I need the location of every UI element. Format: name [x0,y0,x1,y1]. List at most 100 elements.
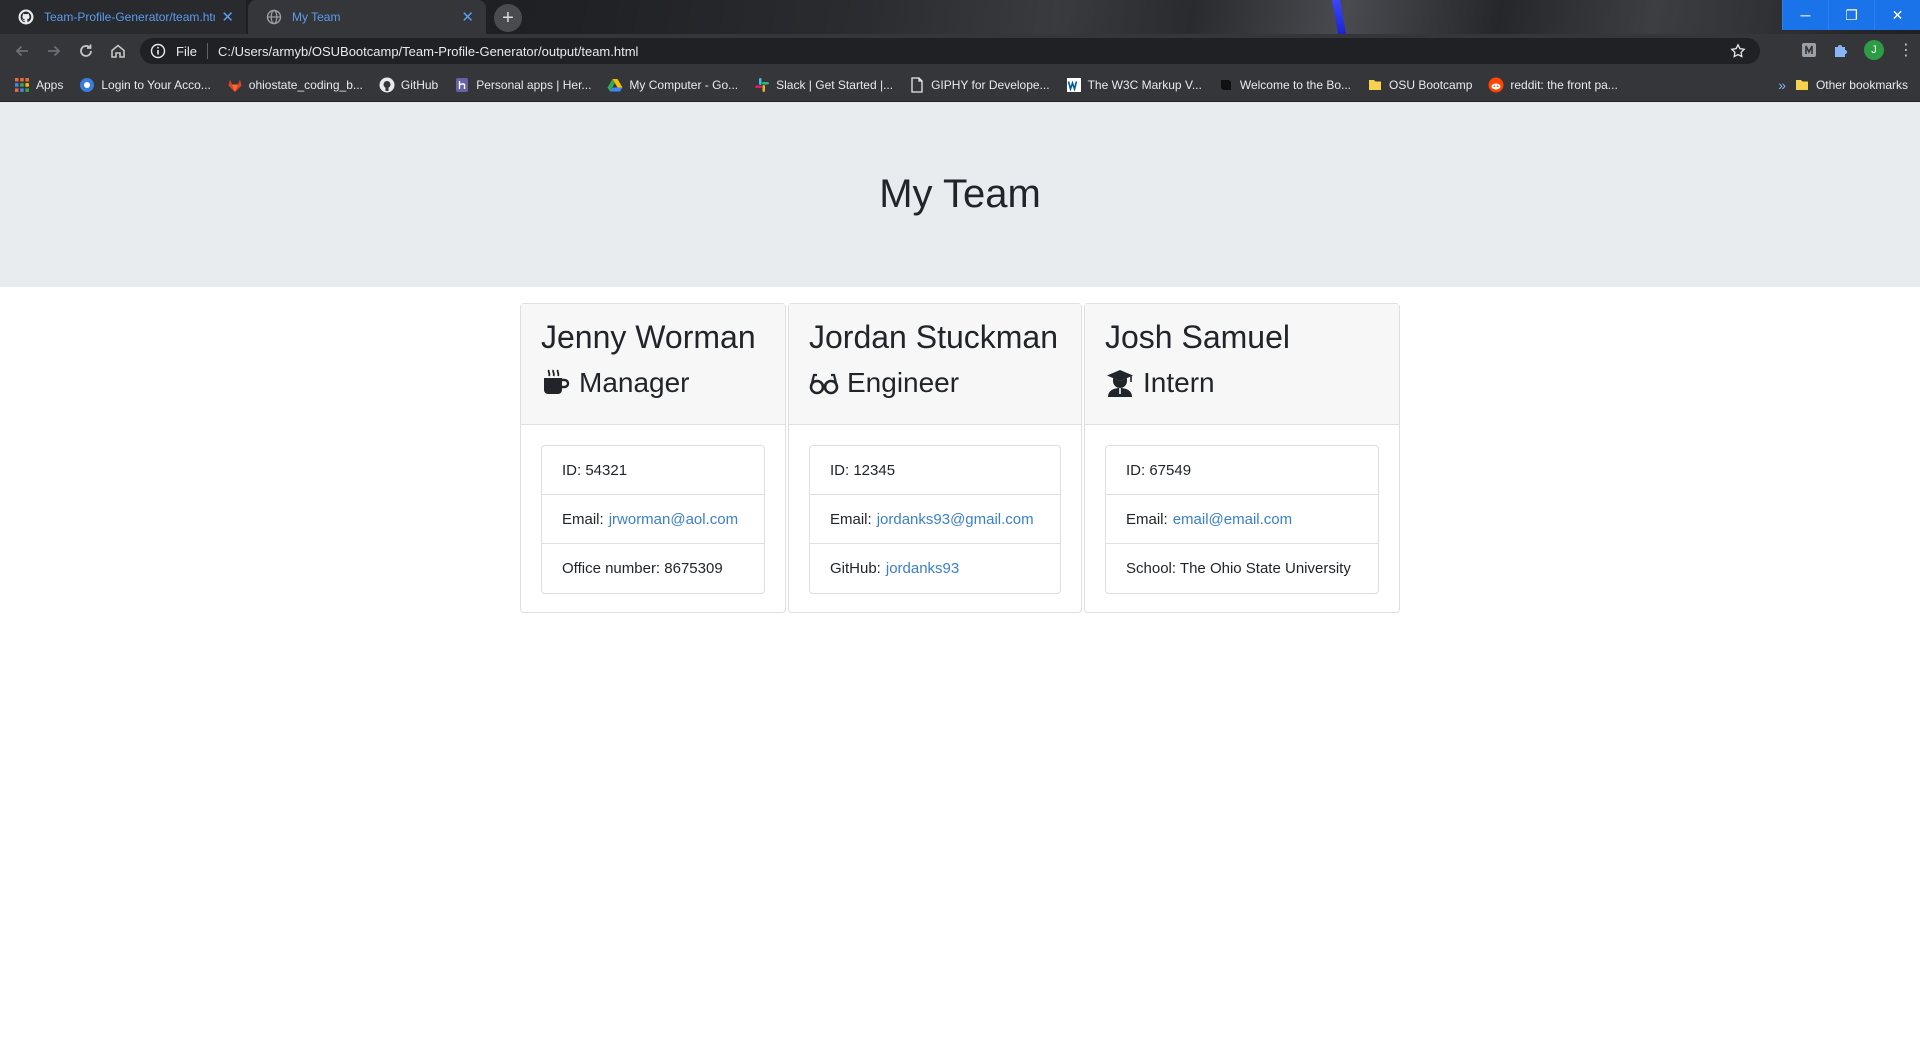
bookmark-giphy[interactable]: GIPHY for Develope... [901,71,1058,99]
close-tab-icon[interactable]: ✕ [221,8,234,26]
reload-icon [80,44,92,57]
bookmark-label: The W3C Markup V... [1087,77,1202,92]
google-drive-icon [607,78,623,91]
card-body: ID: 12345 Email: jordanks93@gmail.com Gi… [789,425,1081,614]
w3c-icon [1066,77,1081,92]
bookmark-label: My Computer - Go... [629,77,739,92]
bookmark-label: Apps [36,77,64,92]
back-button[interactable] [8,37,36,65]
role-label: Intern [1143,367,1215,398]
extension-a-icon[interactable] [1800,41,1818,59]
id-item: ID: 54321 [542,446,764,495]
close-tab-icon[interactable]: ✕ [461,8,474,26]
reddit-icon [1488,77,1504,92]
graduate-icon [1107,370,1133,397]
bookmark-gitlab[interactable]: ohiostate_coding_b... [219,71,371,99]
coffee-mug-icon [544,369,570,394]
globe-icon [80,77,95,92]
employee-card: Jenny Worman Manager ID: 54321 Email: jr… [520,303,786,613]
bookmark-osu-bootcamp[interactable]: OSU Bootcamp [1359,71,1480,99]
restore-button[interactable]: ❐ [1828,0,1874,30]
employee-name: Jordan Stuckman [809,319,1059,355]
bookmark-reddit[interactable]: reddit: the front pa... [1480,71,1625,99]
bookmark-label: Other bookmarks [1815,78,1908,92]
role-label: Engineer [847,367,960,398]
bookmark-label: Slack | Get Started |... [776,77,894,92]
bookmark-slack[interactable]: Slack | Get Started |... [746,71,901,99]
bookmark-label: reddit: the front pa... [1510,77,1618,92]
divider [206,43,208,59]
id-item: ID: 12345 [810,446,1060,495]
puzzle-icon[interactable] [1832,41,1850,59]
bookmark-heroku[interactable]: Personal apps | Her... [446,71,599,99]
details-list: ID: 12345 Email: jordanks93@gmail.com Gi… [809,445,1061,594]
tab-title: My Team [292,10,341,24]
github-icon [18,9,34,25]
email-item: Email: email@email.com [1106,495,1378,544]
email-link[interactable]: jrworman@aol.com [609,511,738,528]
giphy-icon [911,76,923,93]
bookmark-label: Login to Your Acco... [101,77,211,92]
bookmark-github[interactable]: GitHub [371,71,446,99]
tab-my-team[interactable]: My Team ✕ [248,0,486,34]
employee-role: Engineer [809,364,1061,402]
email-prefix: Email: [1126,510,1168,528]
tab-team-profile-generator[interactable]: Team-Profile-Generator/team.htm ✕ [0,0,246,34]
bookmark-label: Personal apps | Her... [476,77,592,92]
profile-avatar[interactable]: J [1864,40,1884,60]
jumbotron: My Team [0,102,1920,287]
browser-toolbar: File C:/Users/armyb/OSUBootcamp/Team-Pro… [0,34,1920,68]
bookmark-login[interactable]: Login to Your Acco... [71,71,218,99]
page-content: My Team Jenny Worman Manager ID: 54321 E… [0,102,1920,1040]
school-item: School: The Ohio State University [1126,560,1351,577]
card-header: Jordan Stuckman Engineer [789,304,1081,425]
heroku-icon [456,77,469,92]
forward-button[interactable] [40,37,68,65]
employee-role: Intern [1105,364,1379,402]
info-icon[interactable] [150,43,166,59]
github-link[interactable]: jordanks93 [886,560,959,577]
email-link[interactable]: email@email.com [1173,511,1292,528]
details-list: ID: 67549 Email: email@email.com School:… [1105,445,1379,594]
home-button[interactable] [104,37,132,65]
address-bar[interactable]: File C:/Users/armyb/OSUBootcamp/Team-Pro… [140,38,1760,64]
reload-button[interactable] [72,37,100,65]
other-bookmarks[interactable]: Other bookmarks [1786,71,1916,99]
home-icon [111,44,125,58]
gitlab-icon [228,79,242,92]
card-body: ID: 67549 Email: email@email.com School:… [1085,425,1399,614]
minimize-button[interactable]: ─ [1782,0,1828,30]
bookmark-google-drive[interactable]: My Computer - Go... [599,71,746,99]
github-prefix: GitHub: [830,560,881,577]
email-item: Email: jordanks93@gmail.com [810,495,1060,544]
role-label: Manager [579,367,690,398]
card-header: Josh Samuel Intern [1085,304,1399,425]
bookmark-bootcamp[interactable]: Welcome to the Bo... [1210,71,1359,99]
github-item: GitHub: jordanks93 [810,544,1060,593]
close-window-button[interactable]: ✕ [1874,0,1920,30]
new-tab-button[interactable]: + [494,4,522,32]
url-text[interactable]: C:/Users/armyb/OSUBootcamp/Team-Profile-… [218,44,638,59]
window-controls: ─ ❐ ✕ [1782,0,1920,30]
background-decoration [1332,0,1346,34]
bookmarks-bar: Apps Login to Your Acco... ohiostate_cod… [0,68,1920,102]
email-link[interactable]: jordanks93@gmail.com [877,511,1034,528]
folder-icon [1795,80,1808,90]
bookmark-label: GitHub [400,77,439,92]
employee-card: Josh Samuel Intern ID: 67549 Email: emai… [1084,303,1400,613]
bookmark-label: OSU Bootcamp [1389,77,1473,92]
menu-dots-icon[interactable]: ⋮ [1898,40,1914,60]
employee-card: Jordan Stuckman Engineer ID: 12345 Email… [788,303,1082,613]
url-scheme-label: File [176,43,197,59]
github-icon [379,77,395,92]
extensions-area: J ⋮ [1800,40,1914,60]
bookmark-apps[interactable]: Apps [6,71,71,99]
bookmarks-overflow-button[interactable]: » [1778,68,1786,102]
arrow-left-icon [15,45,28,57]
bookmark-w3c[interactable]: The W3C Markup V... [1058,71,1210,99]
page-title: My Team [879,172,1041,216]
bookmark-star-icon[interactable] [1730,43,1746,59]
arrow-right-icon [48,45,61,57]
glasses-icon [809,373,839,395]
email-prefix: Email: [830,510,872,528]
